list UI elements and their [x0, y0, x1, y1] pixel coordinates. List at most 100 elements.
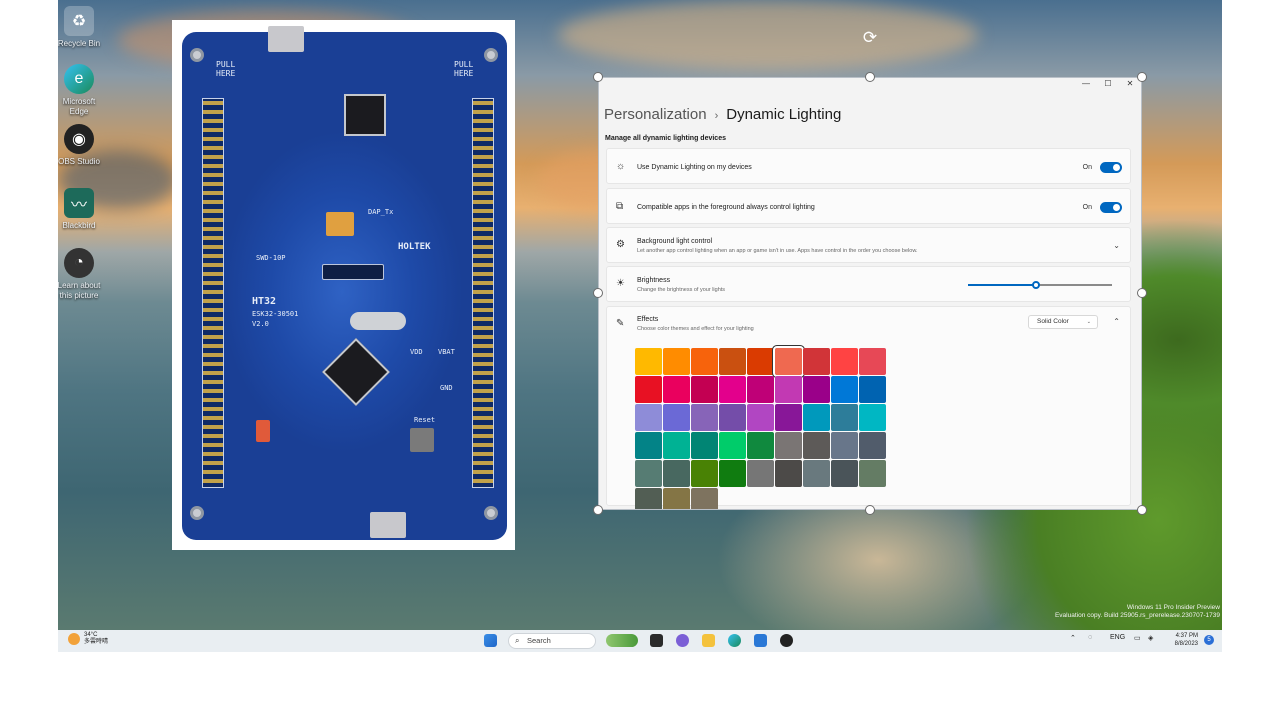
section-title: Manage all dynamic lighting devices	[605, 135, 726, 142]
network-icon[interactable]: ◌	[1088, 634, 1092, 641]
toggle-foreground-apps[interactable]	[1100, 202, 1122, 213]
crystal	[350, 312, 406, 330]
color-swatch[interactable]	[803, 432, 830, 459]
color-swatch[interactable]	[719, 460, 746, 487]
color-swatch[interactable]	[747, 404, 774, 431]
color-swatch[interactable]	[859, 376, 886, 403]
slider-thumb[interactable]	[1031, 281, 1040, 289]
color-swatch[interactable]	[691, 348, 718, 375]
color-swatch[interactable]	[747, 432, 774, 459]
color-swatch[interactable]	[859, 404, 886, 431]
desktop-icon-app[interactable]: 〰 Blackbird	[58, 188, 104, 231]
color-swatch[interactable]	[803, 348, 830, 375]
jumper	[256, 420, 270, 442]
color-swatch[interactable]	[747, 348, 774, 375]
setting-foreground-apps[interactable]: ⧉ Compatible apps in the foreground alwa…	[606, 188, 1131, 224]
obs-icon: ◉	[64, 124, 94, 154]
desktop-icon-obs[interactable]: ◉ OBS Studio	[58, 124, 104, 167]
color-swatch[interactable]	[663, 432, 690, 459]
toggle-dynamic-lighting[interactable]	[1100, 162, 1122, 173]
color-swatch[interactable]	[691, 488, 718, 509]
color-swatch[interactable]	[747, 376, 774, 403]
apps-icon: ⧉	[616, 201, 624, 212]
brightness-slider[interactable]	[968, 281, 1112, 289]
file-explorer-icon[interactable]	[702, 634, 715, 647]
edge-icon[interactable]	[728, 634, 741, 647]
chevron-down-icon[interactable]: ⌄	[1113, 241, 1120, 250]
desktop-icon-edge[interactable]: e Microsoft Edge	[58, 64, 104, 117]
color-swatch[interactable]	[775, 376, 802, 403]
color-swatch[interactable]	[691, 460, 718, 487]
desktop-icon-spotlight[interactable]: ◔ Learn about this picture	[58, 248, 104, 301]
breadcrumb-parent[interactable]: Personalization	[604, 106, 707, 123]
weather-widget[interactable]: 34°C 多雲時晴	[68, 632, 108, 646]
color-swatch[interactable]	[663, 488, 690, 509]
obs-icon[interactable]	[780, 634, 793, 647]
color-swatch[interactable]	[803, 460, 830, 487]
display-icon[interactable]: ▭	[1134, 634, 1141, 642]
rotate-handle-icon[interactable]: ⟳	[860, 28, 880, 48]
color-swatch[interactable]	[831, 348, 858, 375]
resize-handle[interactable]	[593, 288, 603, 298]
chevron-up-icon[interactable]: ⌃	[1113, 317, 1120, 326]
effect-select[interactable]: Solid Color ⌄	[1028, 315, 1098, 329]
color-swatch[interactable]	[719, 348, 746, 375]
store-icon[interactable]	[754, 634, 767, 647]
color-swatch[interactable]	[803, 404, 830, 431]
color-swatch[interactable]	[691, 404, 718, 431]
color-swatch[interactable]	[635, 432, 662, 459]
slider-fill	[968, 284, 1036, 286]
volume-icon[interactable]: ◈	[1148, 634, 1153, 642]
color-swatch[interactable]	[859, 348, 886, 375]
color-swatch[interactable]	[663, 348, 690, 375]
notification-badge[interactable]: 5	[1204, 635, 1214, 645]
color-swatch[interactable]	[747, 460, 774, 487]
color-swatch[interactable]	[831, 404, 858, 431]
color-swatch[interactable]	[831, 432, 858, 459]
color-swatch[interactable]	[859, 460, 886, 487]
maximize-button[interactable]: ☐	[1097, 78, 1119, 90]
color-swatch[interactable]	[831, 460, 858, 487]
color-swatch[interactable]	[663, 376, 690, 403]
minimize-button[interactable]: —	[1075, 78, 1097, 90]
color-swatch[interactable]	[719, 404, 746, 431]
clock[interactable]: 4:37 PM 8/8/2023	[1175, 632, 1198, 648]
widgets-icon[interactable]	[606, 634, 638, 647]
color-swatch[interactable]	[859, 432, 886, 459]
setting-use-dynamic-lighting[interactable]: ☼ Use Dynamic Lighting on my devices On	[606, 148, 1131, 184]
color-swatch[interactable]	[773, 346, 804, 377]
color-swatch[interactable]	[635, 460, 662, 487]
color-swatch[interactable]	[719, 432, 746, 459]
chat-icon[interactable]	[676, 634, 689, 647]
resize-handle[interactable]	[1137, 72, 1147, 82]
chevron-up-icon[interactable]: ⌃	[1070, 634, 1076, 642]
color-swatch[interactable]	[803, 376, 830, 403]
color-swatch[interactable]	[775, 404, 802, 431]
resize-handle[interactable]	[593, 72, 603, 82]
start-icon[interactable]	[484, 634, 497, 647]
color-swatch[interactable]	[635, 348, 662, 375]
color-swatch[interactable]	[691, 376, 718, 403]
resize-handle[interactable]	[1137, 288, 1147, 298]
resize-handle[interactable]	[593, 505, 603, 515]
search-box[interactable]: ⌕ Search	[508, 633, 596, 649]
color-swatch[interactable]	[663, 460, 690, 487]
color-swatch[interactable]	[691, 432, 718, 459]
color-swatch[interactable]	[663, 404, 690, 431]
color-swatch[interactable]	[635, 488, 662, 509]
resize-handle[interactable]	[1137, 505, 1147, 515]
language-indicator[interactable]: ENG	[1110, 634, 1125, 641]
swatch-row	[635, 404, 895, 431]
resize-handle[interactable]	[865, 505, 875, 515]
color-swatch[interactable]	[775, 460, 802, 487]
color-swatch[interactable]	[719, 376, 746, 403]
color-swatch[interactable]	[635, 376, 662, 403]
color-swatch[interactable]	[635, 404, 662, 431]
desktop-icon-recycle-bin[interactable]: ♻ Recycle Bin	[58, 6, 104, 49]
setting-background-light-control[interactable]: ⚙ Background light control Let another a…	[606, 227, 1131, 263]
swatch-row	[635, 432, 895, 459]
task-view-icon[interactable]	[650, 634, 663, 647]
color-swatch[interactable]	[831, 376, 858, 403]
resize-handle[interactable]	[865, 72, 875, 82]
color-swatch[interactable]	[775, 432, 802, 459]
